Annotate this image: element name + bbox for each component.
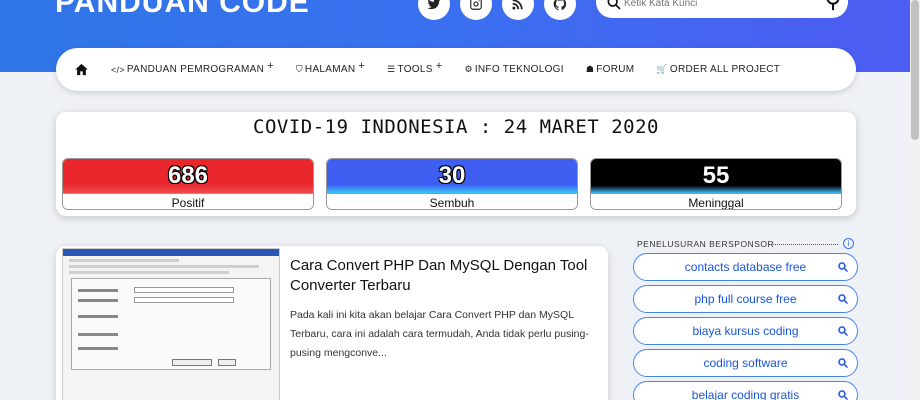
thumbnail-field-label <box>78 347 118 350</box>
sliders-icon: ☰ <box>387 64 396 74</box>
sponsored-link[interactable]: contacts database free <box>633 253 858 281</box>
search-input[interactable] <box>624 0 804 9</box>
stat-sembuh: 30 Sembuh <box>326 158 578 210</box>
search-icon <box>838 294 849 305</box>
home-icon[interactable] <box>74 62 89 77</box>
expand-plus-icon[interactable]: + <box>358 60 365 72</box>
gear-icon: ⚙ <box>464 64 473 74</box>
thumbnail-button <box>218 359 236 366</box>
expand-plus-icon[interactable]: + <box>436 60 443 72</box>
thumbnail-button <box>172 359 212 366</box>
shield-icon: ⛉ <box>295 64 303 74</box>
scrollbar-thumb[interactable] <box>911 0 919 140</box>
thumbnail-field <box>134 287 234 293</box>
thumbnail-field-label <box>78 299 118 302</box>
sponsored-heading: PENELUSURAN BERSPONSOR <box>637 239 775 249</box>
stat-meninggal: 55 Meninggal <box>590 158 842 210</box>
nav-item-panduan-pemrograman[interactable]: </> PANDUAN PEMROGRAMAN + <box>111 60 274 76</box>
github-icon <box>553 0 567 11</box>
main-navigation: </> PANDUAN PEMROGRAMAN + ⛉ HALAMAN + ☰ … <box>56 48 856 91</box>
nav-item-label: ORDER ALL PROJECT <box>669 64 781 75</box>
nav-item-tools[interactable]: ☰ TOOLS + <box>387 60 442 76</box>
stat-label: Meninggal <box>591 193 841 209</box>
nav-item-label: PANDUAN PEMROGRAMAN <box>126 64 265 75</box>
thumbnail-field-label <box>78 289 118 292</box>
stat-positif: 686 Positif <box>62 158 314 210</box>
stat-label: Positif <box>63 193 313 209</box>
sponsored-link-label: coding software <box>703 356 788 370</box>
nav-item-forum[interactable]: ☗ FORUM <box>586 64 635 75</box>
stat-label: Sembuh <box>327 193 577 209</box>
search-icon[interactable] <box>606 0 622 11</box>
nav-item-label: INFO TEKNOLOGI <box>474 64 564 75</box>
rss-button[interactable] <box>502 0 534 20</box>
sponsored-link-label: contacts database free <box>684 260 807 274</box>
github-button[interactable] <box>544 0 576 20</box>
nav-item-label: HALAMAN <box>304 64 356 75</box>
heading-divider <box>768 244 838 245</box>
forum-icon: ☗ <box>585 64 595 74</box>
instagram-icon <box>470 0 482 10</box>
sponsored-link-label: biaya kursus coding <box>692 324 799 338</box>
search-icon <box>838 326 849 337</box>
code-icon: </> <box>111 64 125 75</box>
search-icon <box>838 262 849 273</box>
nav-item-label: TOOLS <box>397 64 433 75</box>
sponsored-link-label: belajar coding gratis <box>691 388 800 400</box>
info-icon[interactable]: i <box>843 238 854 249</box>
sponsored-link[interactable]: coding software <box>633 349 858 377</box>
search-box <box>596 0 848 18</box>
social-links <box>418 0 576 20</box>
sponsored-link[interactable]: biaya kursus coding <box>633 317 858 345</box>
sponsored-link-label: php full course free <box>694 292 797 306</box>
twitter-icon <box>427 0 441 10</box>
thumbnail-line <box>69 271 229 274</box>
thumbnail-titlebar <box>63 249 279 256</box>
nav-item-halaman[interactable]: ⛉ HALAMAN + <box>295 60 365 76</box>
cart-icon: 🛒 <box>656 64 668 74</box>
search-icon <box>838 390 849 400</box>
thumbnail-field <box>134 297 234 303</box>
nav-item-order-all-project[interactable]: 🛒 ORDER ALL PROJECT <box>656 64 780 75</box>
post-excerpt: Pada kali ini kita akan belajar Cara Con… <box>290 309 589 359</box>
thumbnail-field-label <box>78 333 118 336</box>
post-card: Cara Convert PHP Dan MySQL Dengan Tool C… <box>56 246 608 400</box>
covid-title: COVID-19 INDONESIA : 24 MARET 2020 <box>253 116 659 138</box>
expand-plus-icon[interactable]: + <box>267 60 274 72</box>
sponsored-link[interactable]: php full course free <box>633 285 858 313</box>
nav-item-info-teknologi[interactable]: ⚙ INFO TEKNOLOGI <box>464 64 563 75</box>
twitter-button[interactable] <box>418 0 450 20</box>
sponsored-link[interactable]: belajar coding gratis <box>633 381 858 400</box>
thumbnail-line <box>69 265 259 268</box>
stat-value: 30 <box>327 159 577 193</box>
post-thumbnail[interactable] <box>62 248 280 400</box>
thumbnail-form <box>71 278 271 370</box>
site-brand[interactable]: PANDUAN CODE <box>55 0 310 20</box>
magnifier-button-icon[interactable] <box>822 0 844 12</box>
post-title[interactable]: Cara Convert PHP Dan MySQL Dengan Tool C… <box>290 256 590 296</box>
instagram-button[interactable] <box>460 0 492 20</box>
thumbnail-line <box>69 259 179 262</box>
stat-value: 55 <box>591 159 841 193</box>
scrollbar[interactable] <box>910 0 920 400</box>
rss-icon <box>512 0 523 10</box>
covid-widget: COVID-19 INDONESIA : 24 MARET 2020 686 P… <box>56 112 856 216</box>
search-icon <box>838 358 849 369</box>
nav-item-label: FORUM <box>596 64 635 75</box>
thumbnail-field-label <box>78 315 118 318</box>
stat-value: 686 <box>63 159 313 193</box>
